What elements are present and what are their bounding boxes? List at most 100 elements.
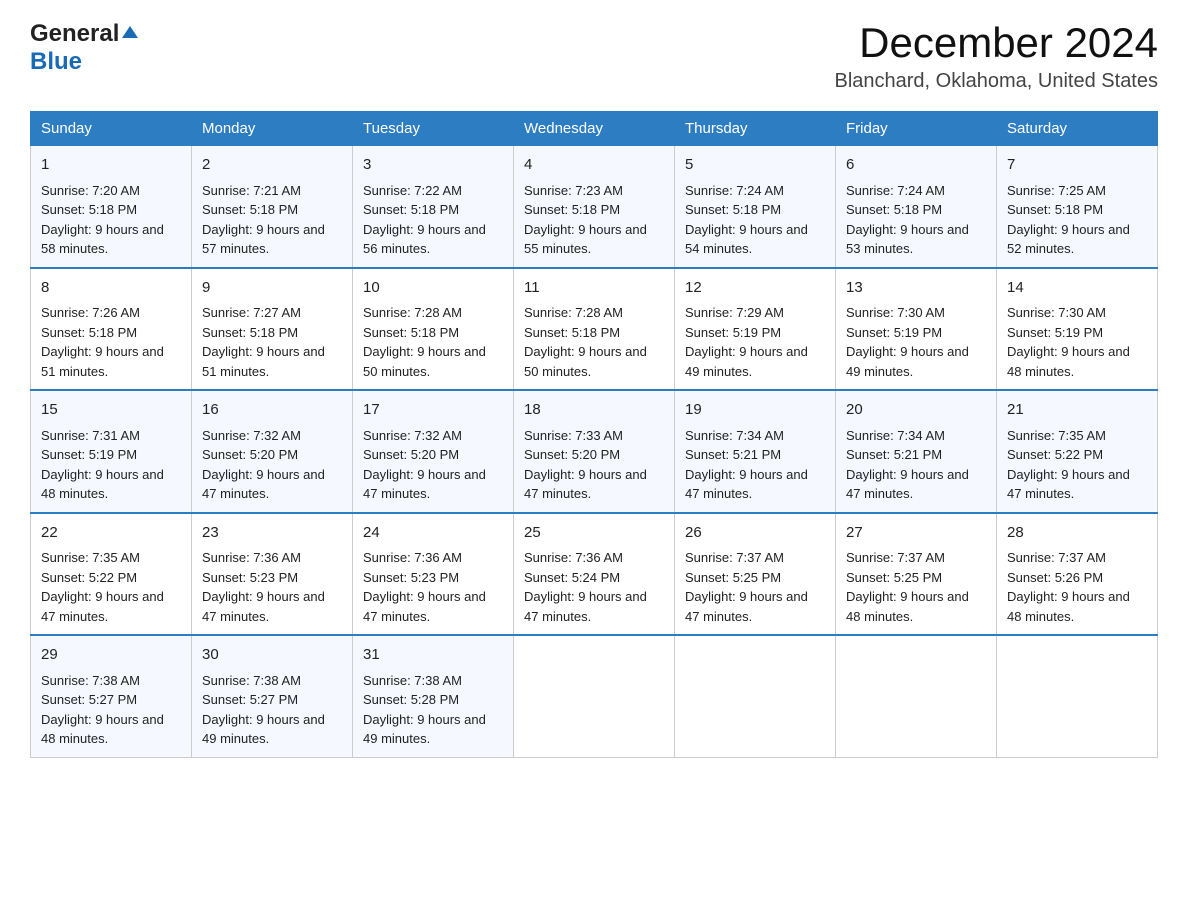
day-number: 29 (41, 644, 181, 667)
day-info: Sunrise: 7:32 AMSunset: 5:20 PMDaylight:… (363, 426, 503, 504)
calendar-table: Sunday Monday Tuesday Wednesday Thursday… (30, 111, 1158, 758)
header-sunday: Sunday (31, 112, 192, 146)
day-info: Sunrise: 7:36 AMSunset: 5:23 PMDaylight:… (363, 548, 503, 626)
calendar-day-cell: 27 Sunrise: 7:37 AMSunset: 5:25 PMDayligh… (836, 513, 997, 636)
day-info: Sunrise: 7:38 AMSunset: 5:27 PMDaylight:… (202, 671, 342, 749)
day-number: 8 (41, 277, 181, 300)
calendar-day-cell: 22Sunrise: 7:35 AMSunset: 5:22 PMDayligh… (31, 513, 192, 636)
day-number: 16 (202, 399, 342, 422)
day-info: Sunrise: 7:31 AMSunset: 5:19 PMDaylight:… (41, 426, 181, 504)
logo-general-text: General (30, 20, 119, 48)
day-number: 10 (363, 277, 503, 300)
day-number: 30 (202, 644, 342, 667)
logo-blue-text: Blue (30, 48, 82, 75)
calendar-day-cell: 25 Sunrise: 7:36 AMSunset: 5:24 PMDayligh… (514, 513, 675, 636)
day-info: Sunrise: 7:30 AMSunset: 5:19 PMDaylight:… (846, 303, 986, 381)
calendar-week-row: 22Sunrise: 7:35 AMSunset: 5:22 PMDayligh… (31, 513, 1158, 636)
day-info: Sunrise: 7:21 AMSunset: 5:18 PMDaylight:… (202, 181, 342, 259)
calendar-day-cell: 10 Sunrise: 7:28 AMSunset: 5:18 PMDayligh… (353, 268, 514, 391)
day-info: Sunrise: 7:28 AMSunset: 5:18 PMDaylight:… (363, 303, 503, 381)
calendar-day-cell: 19 Sunrise: 7:34 AMSunset: 5:21 PMDayligh… (675, 390, 836, 513)
day-number: 31 (363, 644, 503, 667)
calendar-day-cell: 12 Sunrise: 7:29 AMSunset: 5:19 PMDayligh… (675, 268, 836, 391)
day-number: 19 (685, 399, 825, 422)
calendar-day-cell: 8 Sunrise: 7:26 AMSunset: 5:18 PMDaylight… (31, 268, 192, 391)
day-info: Sunrise: 7:27 AMSunset: 5:18 PMDaylight:… (202, 303, 342, 381)
day-number: 21 (1007, 399, 1147, 422)
logo-triangle-icon (122, 24, 138, 45)
calendar-day-cell: 16Sunrise: 7:32 AMSunset: 5:20 PMDayligh… (192, 390, 353, 513)
day-number: 23 (202, 522, 342, 545)
day-info: Sunrise: 7:25 AMSunset: 5:18 PMDaylight:… (1007, 181, 1147, 259)
calendar-subtitle: Blanchard, Oklahoma, United States (834, 70, 1158, 93)
calendar-day-cell: 1Sunrise: 7:20 AMSunset: 5:18 PMDaylight… (31, 146, 192, 268)
day-info: Sunrise: 7:23 AMSunset: 5:18 PMDaylight:… (524, 181, 664, 259)
day-number: 7 (1007, 154, 1147, 177)
day-info: Sunrise: 7:29 AMSunset: 5:19 PMDaylight:… (685, 303, 825, 381)
day-info: Sunrise: 7:26 AMSunset: 5:18 PMDaylight:… (41, 303, 181, 381)
calendar-day-cell (836, 635, 997, 757)
day-info: Sunrise: 7:20 AMSunset: 5:18 PMDaylight:… (41, 181, 181, 259)
calendar-day-cell: 18 Sunrise: 7:33 AMSunset: 5:20 PMDayligh… (514, 390, 675, 513)
calendar-day-cell: 23Sunrise: 7:36 AMSunset: 5:23 PMDayligh… (192, 513, 353, 636)
calendar-day-cell: 30 Sunrise: 7:38 AMSunset: 5:27 PMDayligh… (192, 635, 353, 757)
calendar-day-cell: 29 Sunrise: 7:38 AMSunset: 5:27 PMDayligh… (31, 635, 192, 757)
calendar-day-cell: 3Sunrise: 7:22 AMSunset: 5:18 PMDaylight… (353, 146, 514, 268)
day-info: Sunrise: 7:37 AMSunset: 5:25 PMDaylight:… (846, 548, 986, 626)
calendar-day-cell: 26Sunrise: 7:37 AMSunset: 5:25 PMDayligh… (675, 513, 836, 636)
calendar-day-cell: 2 Sunrise: 7:21 AMSunset: 5:18 PMDaylight… (192, 146, 353, 268)
day-number: 3 (363, 154, 503, 177)
calendar-day-cell: 21 Sunrise: 7:35 AMSunset: 5:22 PMDayligh… (997, 390, 1158, 513)
calendar-day-cell (514, 635, 675, 757)
day-number: 15 (41, 399, 181, 422)
day-info: Sunrise: 7:35 AMSunset: 5:22 PMDaylight:… (1007, 426, 1147, 504)
calendar-week-row: 8 Sunrise: 7:26 AMSunset: 5:18 PMDaylight… (31, 268, 1158, 391)
calendar-day-cell: 7 Sunrise: 7:25 AMSunset: 5:18 PMDaylight… (997, 146, 1158, 268)
day-number: 2 (202, 154, 342, 177)
day-info: Sunrise: 7:28 AMSunset: 5:18 PMDaylight:… (524, 303, 664, 381)
day-info: Sunrise: 7:30 AMSunset: 5:19 PMDaylight:… (1007, 303, 1147, 381)
day-info: Sunrise: 7:35 AMSunset: 5:22 PMDaylight:… (41, 548, 181, 626)
day-number: 18 (524, 399, 664, 422)
header-tuesday: Tuesday (353, 112, 514, 146)
calendar-day-cell: 9Sunrise: 7:27 AMSunset: 5:18 PMDaylight… (192, 268, 353, 391)
header-monday: Monday (192, 112, 353, 146)
day-info: Sunrise: 7:33 AMSunset: 5:20 PMDaylight:… (524, 426, 664, 504)
calendar-week-row: 1Sunrise: 7:20 AMSunset: 5:18 PMDaylight… (31, 146, 1158, 268)
day-number: 12 (685, 277, 825, 300)
day-number: 13 (846, 277, 986, 300)
calendar-day-cell: 5 Sunrise: 7:24 AMSunset: 5:18 PMDaylight… (675, 146, 836, 268)
day-number: 27 (846, 522, 986, 545)
header-friday: Friday (836, 112, 997, 146)
calendar-week-row: 29 Sunrise: 7:38 AMSunset: 5:27 PMDayligh… (31, 635, 1158, 757)
day-info: Sunrise: 7:34 AMSunset: 5:21 PMDaylight:… (846, 426, 986, 504)
logo: General Blue (30, 20, 138, 76)
day-info: Sunrise: 7:36 AMSunset: 5:24 PMDaylight:… (524, 548, 664, 626)
day-number: 11 (524, 277, 664, 300)
day-number: 25 (524, 522, 664, 545)
header-wednesday: Wednesday (514, 112, 675, 146)
calendar-day-cell: 6 Sunrise: 7:24 AMSunset: 5:18 PMDaylight… (836, 146, 997, 268)
calendar-day-cell: 14 Sunrise: 7:30 AMSunset: 5:19 PMDayligh… (997, 268, 1158, 391)
day-number: 6 (846, 154, 986, 177)
day-info: Sunrise: 7:34 AMSunset: 5:21 PMDaylight:… (685, 426, 825, 504)
day-info: Sunrise: 7:37 AMSunset: 5:25 PMDaylight:… (685, 548, 825, 626)
title-block: December 2024 Blanchard, Oklahoma, Unite… (834, 20, 1158, 93)
day-info: Sunrise: 7:24 AMSunset: 5:18 PMDaylight:… (846, 181, 986, 259)
day-info: Sunrise: 7:38 AMSunset: 5:27 PMDaylight:… (41, 671, 181, 749)
calendar-day-cell: 15 Sunrise: 7:31 AMSunset: 5:19 PMDayligh… (31, 390, 192, 513)
day-number: 4 (524, 154, 664, 177)
day-number: 14 (1007, 277, 1147, 300)
day-info: Sunrise: 7:38 AMSunset: 5:28 PMDaylight:… (363, 671, 503, 749)
day-number: 28 (1007, 522, 1147, 545)
day-info: Sunrise: 7:24 AMSunset: 5:18 PMDaylight:… (685, 181, 825, 259)
calendar-day-cell: 4 Sunrise: 7:23 AMSunset: 5:18 PMDaylight… (514, 146, 675, 268)
day-number: 5 (685, 154, 825, 177)
calendar-day-cell: 31 Sunrise: 7:38 AMSunset: 5:28 PMDayligh… (353, 635, 514, 757)
days-header-row: Sunday Monday Tuesday Wednesday Thursday… (31, 112, 1158, 146)
day-number: 24 (363, 522, 503, 545)
calendar-day-cell: 17Sunrise: 7:32 AMSunset: 5:20 PMDayligh… (353, 390, 514, 513)
calendar-day-cell: 24 Sunrise: 7:36 AMSunset: 5:23 PMDayligh… (353, 513, 514, 636)
calendar-day-cell: 13 Sunrise: 7:30 AMSunset: 5:19 PMDayligh… (836, 268, 997, 391)
calendar-day-cell: 20Sunrise: 7:34 AMSunset: 5:21 PMDayligh… (836, 390, 997, 513)
